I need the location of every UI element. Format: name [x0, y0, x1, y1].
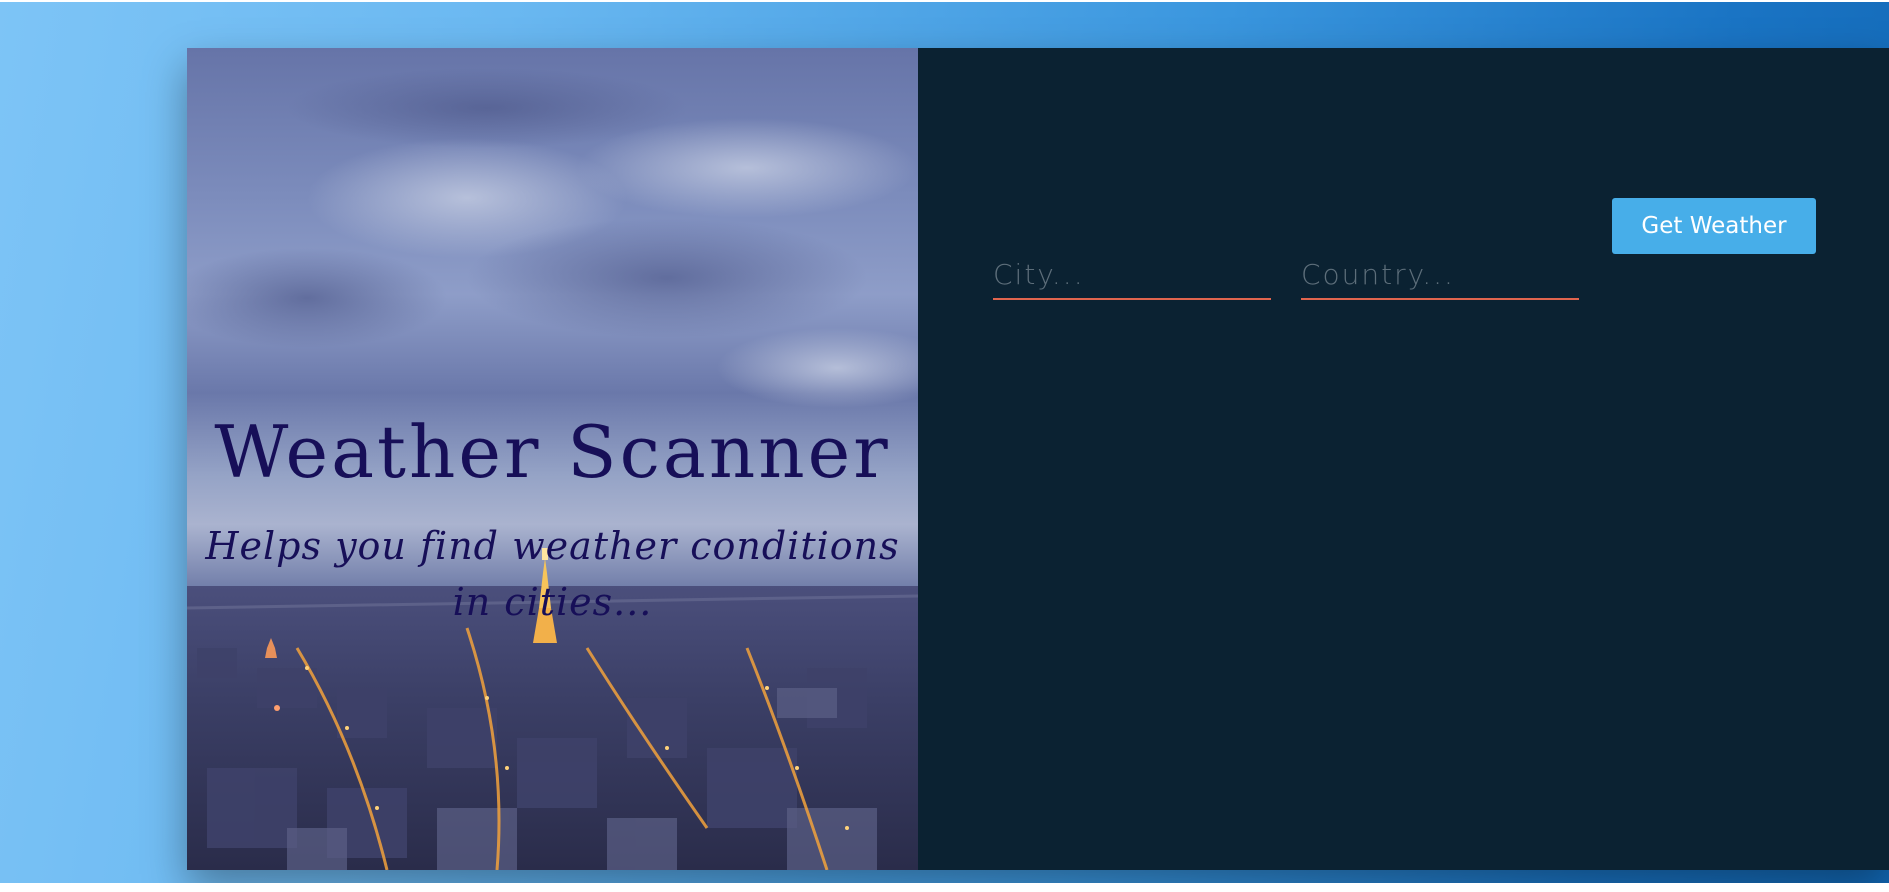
app-subtitle: Helps you find weather conditions in cit…	[205, 524, 900, 624]
hero-image: Weather Scanner Helps you find weather c…	[187, 48, 918, 870]
city-input[interactable]	[993, 250, 1271, 300]
app-card: Weather Scanner Helps you find weather c…	[187, 48, 1889, 870]
search-panel: Get Weather	[918, 48, 1889, 870]
country-input[interactable]	[1301, 250, 1579, 300]
top-border	[0, 0, 1889, 2]
app-title: Weather Scanner	[214, 410, 891, 494]
bottom-border	[0, 883, 1889, 892]
get-weather-button[interactable]: Get Weather	[1612, 198, 1816, 254]
